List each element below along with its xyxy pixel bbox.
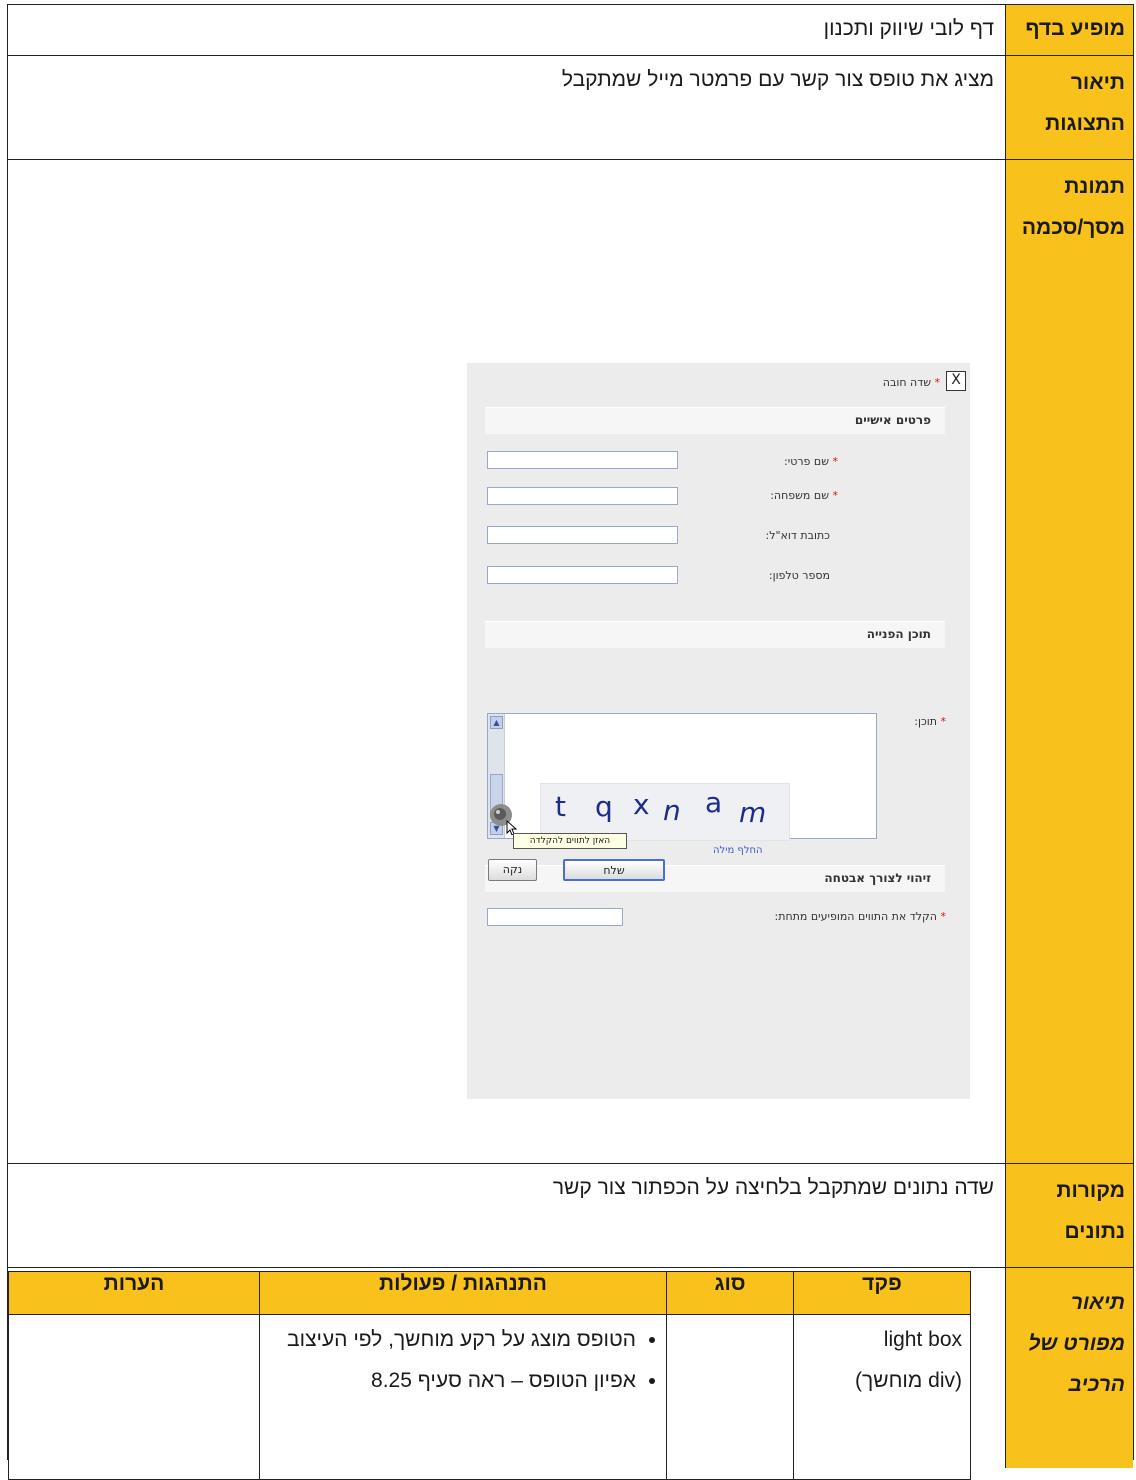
row-data-sources: מקורות נתונים שדה נתונים שמתקבל בלחיצה ע…: [8, 1164, 1133, 1268]
last-name-asterisk: *: [832, 489, 839, 502]
label-behaviors-line1: תיאור: [1070, 71, 1125, 94]
value-appears-in: דף לובי שיווק ותכנון: [823, 17, 994, 40]
captcha-char: m: [739, 796, 767, 829]
header-notes: הערות: [8, 1271, 260, 1315]
control-cell: light box (div מוחשך): [793, 1314, 971, 1480]
label-detail-line2: מפורט של: [1028, 1332, 1125, 1355]
first-name-input[interactable]: [487, 451, 678, 469]
header-type: סוג: [666, 1271, 794, 1315]
speaker-icon[interactable]: [489, 801, 519, 836]
first-name-label: * שם פרטי:: [784, 455, 838, 468]
email-input[interactable]: [487, 526, 678, 544]
content-label-text: תוכן:: [914, 715, 937, 728]
section-personal-title: פרטים אישיים: [854, 413, 931, 427]
section-content-title: תוכן הפנייה: [866, 627, 931, 641]
control-line1: light box: [883, 1328, 962, 1351]
label-behaviors-line2: התצוגות: [1045, 112, 1125, 135]
header-behavior: התנהגות / פעולות: [259, 1271, 667, 1315]
email-label: כתובת דוא"ל:: [765, 529, 830, 542]
control-line2: (div מוחשך): [855, 1369, 962, 1392]
section-security-title: זיהוי לצורך אבטחה: [824, 871, 931, 885]
label-behaviors: תיאור התצוגות: [1005, 56, 1133, 159]
label-detail: תיאור מפורט של הרכיב: [1005, 1268, 1133, 1468]
value-behaviors: מציג את טופס צור קשר עם פרמטר מייל שמתקב…: [561, 68, 994, 91]
detail-header-row: פקד סוג התנהגות / פעולות הערות: [8, 1271, 971, 1315]
table-row: light box (div מוחשך) הטופס מוצג על רקע …: [8, 1314, 971, 1480]
content-label: * תוכן:: [914, 715, 946, 728]
label-detail-line3: הרכיב: [1068, 1373, 1125, 1396]
section-security: זיהוי לצורך אבטחה: [485, 865, 945, 892]
type-cell: [666, 1314, 794, 1480]
label-appears-in-text: מופיע בדף: [1025, 17, 1125, 40]
required-note: * שדה חובה: [883, 376, 940, 389]
label-data-sources-line1: מקורות: [1056, 1179, 1125, 1202]
label-appears-in: מופיע בדף: [1005, 5, 1133, 55]
value-data-sources: שדה נתונים שמתקבל בלחיצה על הכפתור צור ק…: [552, 1176, 994, 1199]
change-word-link[interactable]: החלף מילה: [713, 845, 763, 856]
captcha-prompt: * הקלד את התווים המופיעים מתחת:: [775, 910, 946, 923]
captcha-asterisk: *: [940, 910, 947, 923]
captcha-char: x: [633, 788, 650, 821]
notes-cell: [8, 1314, 260, 1480]
behavior-cell: הטופס מוצג על רקע מוחשך, לפי העיצוב אפיו…: [259, 1314, 667, 1480]
section-content: תוכן הפנייה: [485, 621, 945, 648]
last-name-input[interactable]: [487, 487, 678, 505]
row-appears-in: מופיע בדף דף לובי שיווק ותכנון: [8, 5, 1133, 56]
phone-label: מספר טלפון:: [768, 569, 830, 582]
first-name-asterisk: *: [832, 455, 839, 468]
first-name-label-text: שם פרטי:: [784, 455, 829, 468]
captcha-char: t: [555, 790, 566, 823]
label-detail-line1: תיאור: [1070, 1291, 1125, 1314]
audio-tooltip: האזן לתווים להקלדה: [513, 833, 627, 849]
captcha-char: q: [595, 790, 613, 823]
behavior-bullet-1: הטופס מוצג על רקע מוחשך, לפי העיצוב: [268, 1319, 636, 1360]
last-name-label-text: שם משפחה:: [770, 489, 829, 502]
required-note-text: שדה חובה: [882, 376, 931, 389]
section-personal: פרטים אישיים: [485, 407, 945, 434]
captcha-char: a: [705, 786, 723, 819]
header-control: פקד: [793, 1271, 971, 1315]
send-button[interactable]: שלח: [563, 859, 665, 881]
phone-input[interactable]: [487, 566, 678, 584]
content-asterisk: *: [940, 715, 947, 728]
required-asterisk: *: [934, 376, 941, 389]
captcha-prompt-text: הקלד את התווים המופיעים מתחת:: [774, 910, 937, 923]
clear-button[interactable]: נקה: [488, 859, 537, 881]
row-behaviors: תיאור התצוגות מציג את טופס צור קשר עם פר…: [8, 56, 1133, 160]
behavior-list: הטופס מוצג על רקע מוחשך, לפי העיצוב אפיו…: [268, 1319, 658, 1401]
detail-table: פקד סוג התנהגות / פעולות הערות light box…: [8, 1271, 971, 1480]
label-data-sources: מקורות נתונים: [1005, 1164, 1133, 1267]
label-data-sources-line2: נתונים: [1064, 1220, 1125, 1243]
captcha-char: n: [663, 794, 681, 827]
last-name-label: * שם משפחה:: [770, 489, 838, 502]
captcha-input[interactable]: [487, 908, 623, 926]
label-screenshot-line1: תמונת: [1064, 175, 1125, 198]
behavior-bullet-2: אפיון הטופס – ראה סעיף 8.25: [268, 1360, 636, 1401]
contact-form-screenshot: X * שדה חובה פרטים אישיים * שם פרטי: * ש…: [467, 363, 970, 1099]
scroll-up-icon[interactable]: ▲: [490, 716, 503, 729]
label-screenshot-line2: מסך/סכמה: [1021, 216, 1125, 239]
close-button[interactable]: X: [946, 371, 966, 391]
label-screenshot: תמונת מסך/סכמה: [1005, 160, 1133, 1163]
